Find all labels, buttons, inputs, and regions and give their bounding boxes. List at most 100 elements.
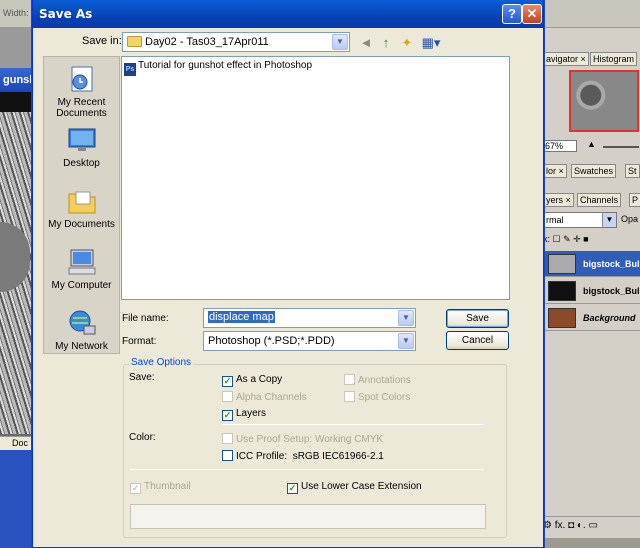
lock-icons[interactable]: ☐ ✎ ✛ ■: [553, 234, 589, 244]
navigator-thumbnail[interactable]: [569, 70, 639, 132]
file-name-label: File name:: [122, 313, 169, 324]
thumbnail-label: Thumbnail: [144, 481, 191, 492]
blend-mode-value: rmal: [546, 215, 564, 225]
icc-profile-checkbox[interactable]: ICC Profile: sRGB IEC61966-2.1: [222, 450, 384, 462]
spot-colors-checkbox: Spot Colors: [344, 391, 410, 403]
place-label: My Recent Documents: [56, 97, 107, 119]
file-name: Tutorial for gunshot effect in Photoshop: [138, 60, 312, 71]
canvas-shape: [0, 222, 30, 292]
checkmark-icon: ✓: [130, 483, 141, 494]
save-button[interactable]: Save: [446, 309, 509, 328]
checkmark-icon: ✓: [222, 376, 233, 387]
layers-panel-footer[interactable]: ⚙ fx. ◘ ◐. ▭: [543, 516, 640, 536]
format-select[interactable]: Photoshop (*.PSD;*.PDD) ▼: [203, 331, 416, 351]
layer-name: Background: [583, 313, 636, 323]
use-proof-setup-checkbox: Use Proof Setup: Working CMYK: [222, 433, 383, 445]
layer-row[interactable]: Background: [543, 305, 640, 331]
checkmark-icon: ✓: [222, 410, 233, 421]
chevron-down-icon: ▼: [602, 213, 616, 227]
help-button[interactable]: ?: [502, 4, 522, 24]
blend-mode-select[interactable]: rmal ▼: [543, 212, 617, 228]
desktop-icon: [68, 128, 95, 151]
back-icon[interactable]: ◄: [356, 34, 376, 52]
document-status-bar: Doc: [0, 436, 34, 450]
dialog-title-bar[interactable]: Save As ? ✕: [33, 0, 543, 28]
recent-documents-icon: [71, 66, 92, 92]
workspace-area: [0, 28, 34, 68]
save-in-label: Save in:: [82, 35, 122, 47]
views-menu-icon[interactable]: ▦▾: [419, 34, 443, 52]
place-label: My Network: [55, 341, 108, 352]
as-a-copy-label: As a Copy: [236, 374, 283, 385]
chevron-down-icon[interactable]: ▼: [398, 333, 414, 349]
place-label: My Computer: [51, 280, 112, 291]
file-list[interactable]: Ps Tutorial for gunshot effect in Photosh…: [121, 56, 510, 300]
places-bar: My Recent Documents Desktop My Documents…: [43, 56, 120, 354]
format-label: Format:: [122, 336, 157, 347]
document-title-bar[interactable]: gunsh: [0, 68, 34, 92]
tab-histogram[interactable]: Histogram: [590, 52, 638, 66]
lock-label: k:: [543, 234, 551, 244]
use-proof-setup-label: Use Proof Setup:: [236, 434, 313, 445]
layer-thumbnail: [548, 308, 576, 328]
document-canvas[interactable]: [0, 112, 34, 434]
navigator-zoom-row: 67% ▲: [543, 138, 640, 154]
chevron-down-icon[interactable]: ▼: [332, 34, 348, 50]
close-button[interactable]: ✕: [522, 4, 542, 24]
new-folder-icon[interactable]: ✦: [397, 34, 417, 52]
zoom-out-icon[interactable]: ▲: [587, 139, 596, 149]
lower-case-extension-checkbox[interactable]: ✓ Use Lower Case Extension: [287, 481, 422, 494]
layer-row[interactable]: bigstock_Bulle: [543, 278, 640, 304]
place-my-network[interactable]: My Network: [44, 308, 119, 352]
lower-case-extension-label: Use Lower Case Extension: [301, 481, 422, 492]
file-name-input[interactable]: displace map ▼: [203, 308, 416, 328]
zoom-slider[interactable]: [603, 146, 639, 148]
layers-footer-icons[interactable]: ⚙ fx. ◘ ◐. ▭: [543, 520, 598, 531]
color-label: Color:: [129, 432, 156, 443]
workspace-bottom: [0, 450, 34, 548]
save-label: Save:: [129, 372, 155, 383]
file-item[interactable]: Ps Tutorial for gunshot effect in Photosh…: [124, 60, 312, 76]
layer-row[interactable]: bigstock_Bulle: [543, 251, 640, 277]
layer-name: bigstock_Bulle: [583, 259, 640, 269]
tab-styles[interactable]: St: [625, 164, 640, 178]
layers-checkbox[interactable]: ✓ Layers: [222, 408, 266, 421]
tab-paths[interactable]: P: [629, 193, 640, 207]
my-network-icon: [69, 310, 95, 335]
tab-navigator[interactable]: avigator ×: [543, 52, 589, 66]
as-a-copy-checkbox[interactable]: ✓ As a Copy: [222, 374, 282, 387]
up-folder-icon[interactable]: ↑: [376, 34, 396, 52]
cancel-button[interactable]: Cancel: [446, 331, 509, 350]
icc-profile-label: ICC Profile:: [236, 451, 288, 462]
place-recent-documents[interactable]: My Recent Documents: [44, 64, 119, 119]
divider: [130, 469, 484, 470]
warning-area: [130, 504, 486, 529]
doc-status-label: Doc: [12, 438, 29, 448]
tab-swatches[interactable]: Swatches: [571, 164, 617, 178]
place-desktop[interactable]: Desktop: [44, 125, 119, 169]
place-label: Desktop: [63, 158, 100, 169]
chevron-down-icon[interactable]: ▼: [398, 310, 414, 326]
save-as-dialog: Save As ? ✕ Save in: Day02 - Tas03_17Apr…: [32, 0, 544, 548]
spot-colors-label: Spot Colors: [358, 392, 411, 403]
checkmark-icon: ✓: [287, 483, 298, 494]
dialog-title: Save As: [39, 7, 93, 21]
save-in-value: Day02 - Tas03_17Apr011: [145, 36, 269, 48]
tab-layers[interactable]: yers ×: [543, 193, 574, 207]
alpha-channels-checkbox: Alpha Channels: [222, 391, 307, 403]
save-in-combo[interactable]: Day02 - Tas03_17Apr011 ▼: [122, 32, 350, 52]
thumbnail-checkbox: ✓ Thumbnail: [130, 481, 191, 494]
place-my-computer[interactable]: My Computer: [44, 247, 119, 291]
tab-channels[interactable]: Channels: [577, 193, 622, 207]
place-label: My Documents: [48, 219, 115, 230]
annotations-label: Annotations: [358, 375, 411, 386]
save-options-legend: Save Options: [129, 357, 194, 368]
place-my-documents[interactable]: My Documents: [44, 186, 119, 230]
format-value: Photoshop (*.PSD;*.PDD): [208, 335, 335, 347]
tab-color[interactable]: lor ×: [543, 164, 567, 178]
layers-label: Layers: [236, 408, 267, 419]
document-title: gunsh: [3, 74, 34, 86]
zoom-value[interactable]: 67%: [543, 140, 577, 152]
opacity-label: Opa: [621, 214, 639, 224]
file-name-value: displace map: [208, 311, 275, 323]
